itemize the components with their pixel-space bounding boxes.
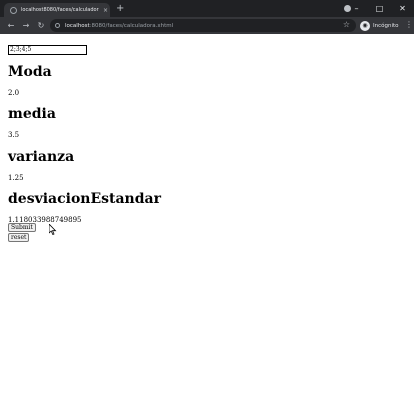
info-icon[interactable] — [55, 23, 60, 28]
media-value: 3.5 — [8, 131, 20, 139]
kebab-menu-icon[interactable]: ⋮ — [405, 19, 413, 31]
varianza-heading: varianza — [8, 149, 75, 165]
moda-value: 2.0 — [8, 89, 20, 97]
numbers-input[interactable] — [8, 45, 87, 55]
tab-strip: localhost8080/faces/calculadora × + – □ … — [0, 0, 414, 17]
incognito-badge[interactable]: ◉ Incógnito — [360, 19, 400, 32]
media-heading: media — [8, 106, 56, 122]
incognito-icon: ◉ — [360, 20, 370, 31]
submit-button[interactable]: Submit — [8, 223, 36, 232]
close-window-button[interactable]: ✕ — [391, 0, 414, 17]
new-tab-button[interactable]: + — [116, 3, 124, 15]
close-tab-icon[interactable]: × — [103, 7, 108, 14]
window-controls: – □ ✕ — [345, 0, 414, 17]
incognito-label: Incógnito — [373, 22, 399, 29]
bookmark-star-icon[interactable]: ☆ — [343, 20, 350, 29]
reload-icon[interactable]: ↻ — [35, 19, 47, 31]
tab-title: localhost8080/faces/calculadora — [21, 7, 99, 13]
moda-heading: Moda — [8, 64, 52, 80]
globe-icon — [10, 6, 17, 14]
address-bar[interactable]: localhost:8080/faces/calculadora.xhtml ☆ — [50, 19, 356, 32]
url-text[interactable]: localhost:8080/faces/calculadora.xhtml — [65, 23, 173, 29]
browser-tab[interactable]: localhost8080/faces/calculadora × — [4, 3, 110, 17]
varianza-value: 1.25 — [8, 174, 24, 182]
minimize-button[interactable]: – — [345, 0, 368, 17]
back-arrow-icon[interactable]: ← — [5, 19, 17, 31]
browser-toolbar: ← → ↻ localhost:8080/faces/calculadora.x… — [0, 17, 414, 34]
desviacion-heading: desviacionEstandar — [8, 191, 161, 207]
reset-button[interactable]: reset — [8, 233, 30, 242]
browser-chrome: localhost8080/faces/calculadora × + – □ … — [0, 0, 414, 34]
maximize-button[interactable]: □ — [368, 0, 391, 17]
forward-arrow-icon[interactable]: → — [20, 19, 32, 31]
